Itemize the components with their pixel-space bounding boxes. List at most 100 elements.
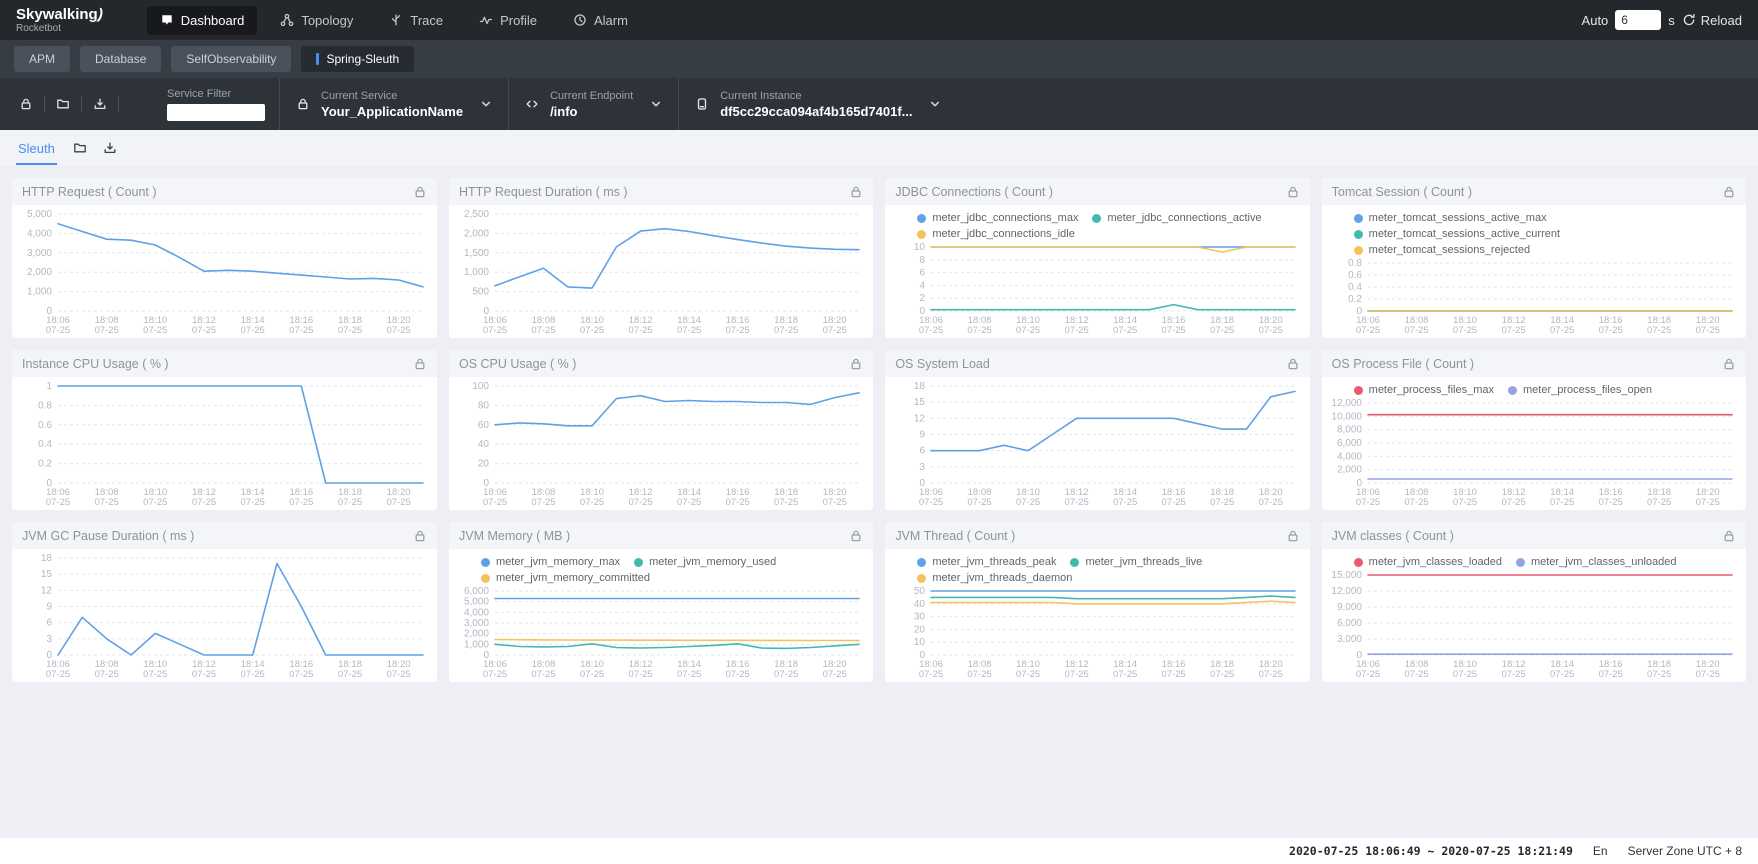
line-chart-canvas[interactable]: 181512963018:0607-2518:0807-2518:1007-25…: [14, 551, 433, 680]
line-chart-canvas[interactable]: 10080604020018:0607-2518:0807-2518:1007-…: [451, 379, 869, 508]
service-filter-input[interactable]: [167, 104, 265, 121]
line-chart-canvas[interactable]: 10.80.60.40.2018:0607-2518:0807-2518:100…: [14, 379, 433, 508]
lock-icon[interactable]: [1722, 529, 1736, 543]
legend-label: meter_process_files_open: [1523, 384, 1652, 396]
lock-icon[interactable]: [1722, 357, 1736, 371]
line-chart-canvas[interactable]: 2,5002,0001,5001,000500018:0607-2518:080…: [451, 207, 869, 336]
panel-title: OS CPU Usage ( % ): [459, 357, 576, 371]
svg-text:07-25: 07-25: [241, 497, 265, 508]
svg-text:1,000: 1,000: [464, 267, 489, 278]
svg-text:20: 20: [478, 459, 490, 470]
selector-current-endpoint[interactable]: Current Endpoint/info: [508, 78, 678, 130]
nav-item-trace[interactable]: Trace: [376, 6, 456, 35]
server-zone[interactable]: Server Zone UTC + 8: [1628, 844, 1742, 858]
legend-dot: [1070, 558, 1079, 567]
svg-text:07-25: 07-25: [531, 497, 555, 508]
selector-label: Current Service: [321, 90, 463, 102]
reload-button[interactable]: Reload: [1682, 13, 1742, 28]
legend-item-meter-jvm-memory-used[interactable]: meter_jvm_memory_used: [634, 556, 776, 568]
legend-item-meter-tomcat-sessions-active-current[interactable]: meter_tomcat_sessions_active_current: [1354, 228, 1734, 240]
tool-folder-icon[interactable]: [45, 78, 81, 130]
tool-lock-icon[interactable]: [8, 78, 44, 130]
reload-label: Reload: [1701, 13, 1742, 28]
svg-text:07-25: 07-25: [1453, 325, 1477, 336]
lock-icon[interactable]: [1722, 185, 1736, 199]
line-chart-canvas[interactable]: 12,00010,0008,0006,0004,0002,000018:0607…: [1324, 396, 1742, 508]
panel-title: Tomcat Session ( Count ): [1332, 185, 1472, 199]
legend-item-meter-jvm-threads-peak[interactable]: meter_jvm_threads_peak: [917, 556, 1056, 568]
lock-icon[interactable]: [849, 185, 863, 199]
lock-icon[interactable]: [1286, 529, 1300, 543]
legend-item-meter-process-files-max[interactable]: meter_process_files_max: [1354, 384, 1494, 396]
legend-item-meter-jdbc-connections-active[interactable]: meter_jdbc_connections_active: [1092, 212, 1261, 224]
app-logo[interactable]: Skywalking) Rocketbot: [16, 7, 103, 34]
tool-download-icon[interactable]: [82, 78, 118, 130]
panel-header: OS System Load: [885, 350, 1309, 377]
svg-text:6,000: 6,000: [1337, 438, 1362, 449]
legend-item-meter-jvm-memory-max[interactable]: meter_jvm_memory_max: [481, 556, 620, 568]
svg-text:07-25: 07-25: [483, 669, 507, 680]
language-switch[interactable]: En: [1593, 844, 1608, 858]
legend-dot: [1354, 214, 1363, 223]
nav-item-dashboard[interactable]: Dashboard: [147, 6, 258, 35]
tab-tool-download-icon[interactable]: [103, 141, 117, 155]
svg-text:500: 500: [472, 287, 489, 298]
chart-legend: meter_process_files_max meter_process_fil…: [1324, 379, 1742, 396]
dashboard-page-database[interactable]: Database: [80, 46, 161, 72]
reload-icon[interactable]: [1682, 13, 1696, 27]
nav-item-profile[interactable]: Profile: [466, 6, 550, 35]
legend-item-meter-jvm-threads-daemon[interactable]: meter_jvm_threads_daemon: [917, 572, 1072, 584]
legend-item-meter-tomcat-sessions-active-max[interactable]: meter_tomcat_sessions_active_max: [1354, 212, 1734, 224]
svg-text:07-25: 07-25: [1356, 669, 1380, 680]
lock-icon[interactable]: [849, 529, 863, 543]
line-chart-canvas[interactable]: 6,0005,0004,0003,0002,0001,000018:0607-2…: [451, 584, 869, 680]
selector-current-service[interactable]: Current ServiceYour_ApplicationName: [279, 78, 508, 130]
lock-icon[interactable]: [413, 185, 427, 199]
svg-text:07-25: 07-25: [338, 669, 362, 680]
svg-text:07-25: 07-25: [968, 325, 992, 336]
lock-icon[interactable]: [1286, 185, 1300, 199]
line-chart-canvas[interactable]: 5,0004,0003,0002,0001,000018:0607-2518:0…: [14, 207, 433, 336]
lock-icon[interactable]: [413, 529, 427, 543]
tab-sleuth[interactable]: Sleuth: [16, 132, 57, 165]
dashboard-page-spring-sleuth[interactable]: Spring-Sleuth: [301, 46, 414, 72]
legend-item-meter-jvm-memory-committed[interactable]: meter_jvm_memory_committed: [481, 572, 650, 584]
legend-item-meter-jdbc-connections-idle[interactable]: meter_jdbc_connections_idle: [917, 228, 1074, 240]
lock-icon[interactable]: [849, 357, 863, 371]
tool-refresh-icon[interactable]: [119, 78, 155, 130]
lock-icon[interactable]: [413, 357, 427, 371]
tab-tool-folder-icon[interactable]: [73, 141, 87, 155]
selector-current-instance[interactable]: Current Instancedf5cc29cca094af4b165d740…: [678, 78, 957, 130]
legend-item-meter-tomcat-sessions-rejected[interactable]: meter_tomcat_sessions_rejected: [1354, 244, 1734, 256]
svg-text:6: 6: [46, 618, 52, 629]
chart-panel-jvm-classes-count: JVM classes ( Count )meter_jvm_classes_l…: [1322, 522, 1746, 682]
dashboard-page-apm[interactable]: APM: [14, 46, 70, 72]
time-range[interactable]: 2020-07-25 18:06:49 ~ 2020-07-25 18:21:4…: [1289, 844, 1573, 858]
legend-item-meter-jdbc-connections-max[interactable]: meter_jdbc_connections_max: [917, 212, 1078, 224]
line-chart-canvas[interactable]: 15,00012,0009,0006,0003,000018:0607-2518…: [1324, 568, 1742, 680]
panel-header: HTTP Request Duration ( ms ): [449, 178, 873, 205]
nav-item-topology[interactable]: Topology: [267, 6, 366, 35]
legend-item-meter-jvm-classes-unloaded[interactable]: meter_jvm_classes_unloaded: [1516, 556, 1677, 568]
line-chart-canvas[interactable]: 5040302010018:0607-2518:0807-2518:1007-2…: [887, 584, 1305, 680]
line-chart-canvas[interactable]: 108642018:0607-2518:0807-2518:1007-2518:…: [887, 240, 1305, 336]
legend-label: meter_tomcat_sessions_rejected: [1369, 244, 1530, 256]
auto-interval-input[interactable]: [1615, 10, 1661, 30]
line-chart-canvas[interactable]: 0.80.60.40.2018:0607-2518:0807-2518:1007…: [1324, 256, 1742, 336]
svg-text:07-25: 07-25: [1016, 669, 1040, 680]
main-nav: Dashboard Topology Trace Profile Alarm: [147, 0, 641, 40]
line-chart-canvas[interactable]: 181512963018:0607-2518:0807-2518:1007-25…: [887, 379, 1305, 508]
legend-label: meter_jvm_threads_daemon: [932, 572, 1072, 584]
dashboard-pages-bar: APM Database SelfObservability Spring-Sleut…: [0, 40, 1758, 78]
svg-text:07-25: 07-25: [580, 497, 604, 508]
legend-item-meter-jvm-classes-loaded[interactable]: meter_jvm_classes_loaded: [1354, 556, 1502, 568]
nav-item-alarm[interactable]: Alarm: [560, 6, 641, 35]
svg-text:12: 12: [914, 413, 926, 424]
code-icon: [525, 97, 539, 111]
legend-item-meter-process-files-open[interactable]: meter_process_files_open: [1508, 384, 1652, 396]
legend-item-meter-jvm-threads-live[interactable]: meter_jvm_threads_live: [1070, 556, 1202, 568]
lock-icon[interactable]: [1286, 357, 1300, 371]
dashboard-page-selfobservability[interactable]: SelfObservability: [171, 46, 291, 72]
svg-text:15: 15: [914, 397, 926, 408]
svg-text:07-25: 07-25: [1356, 497, 1380, 508]
